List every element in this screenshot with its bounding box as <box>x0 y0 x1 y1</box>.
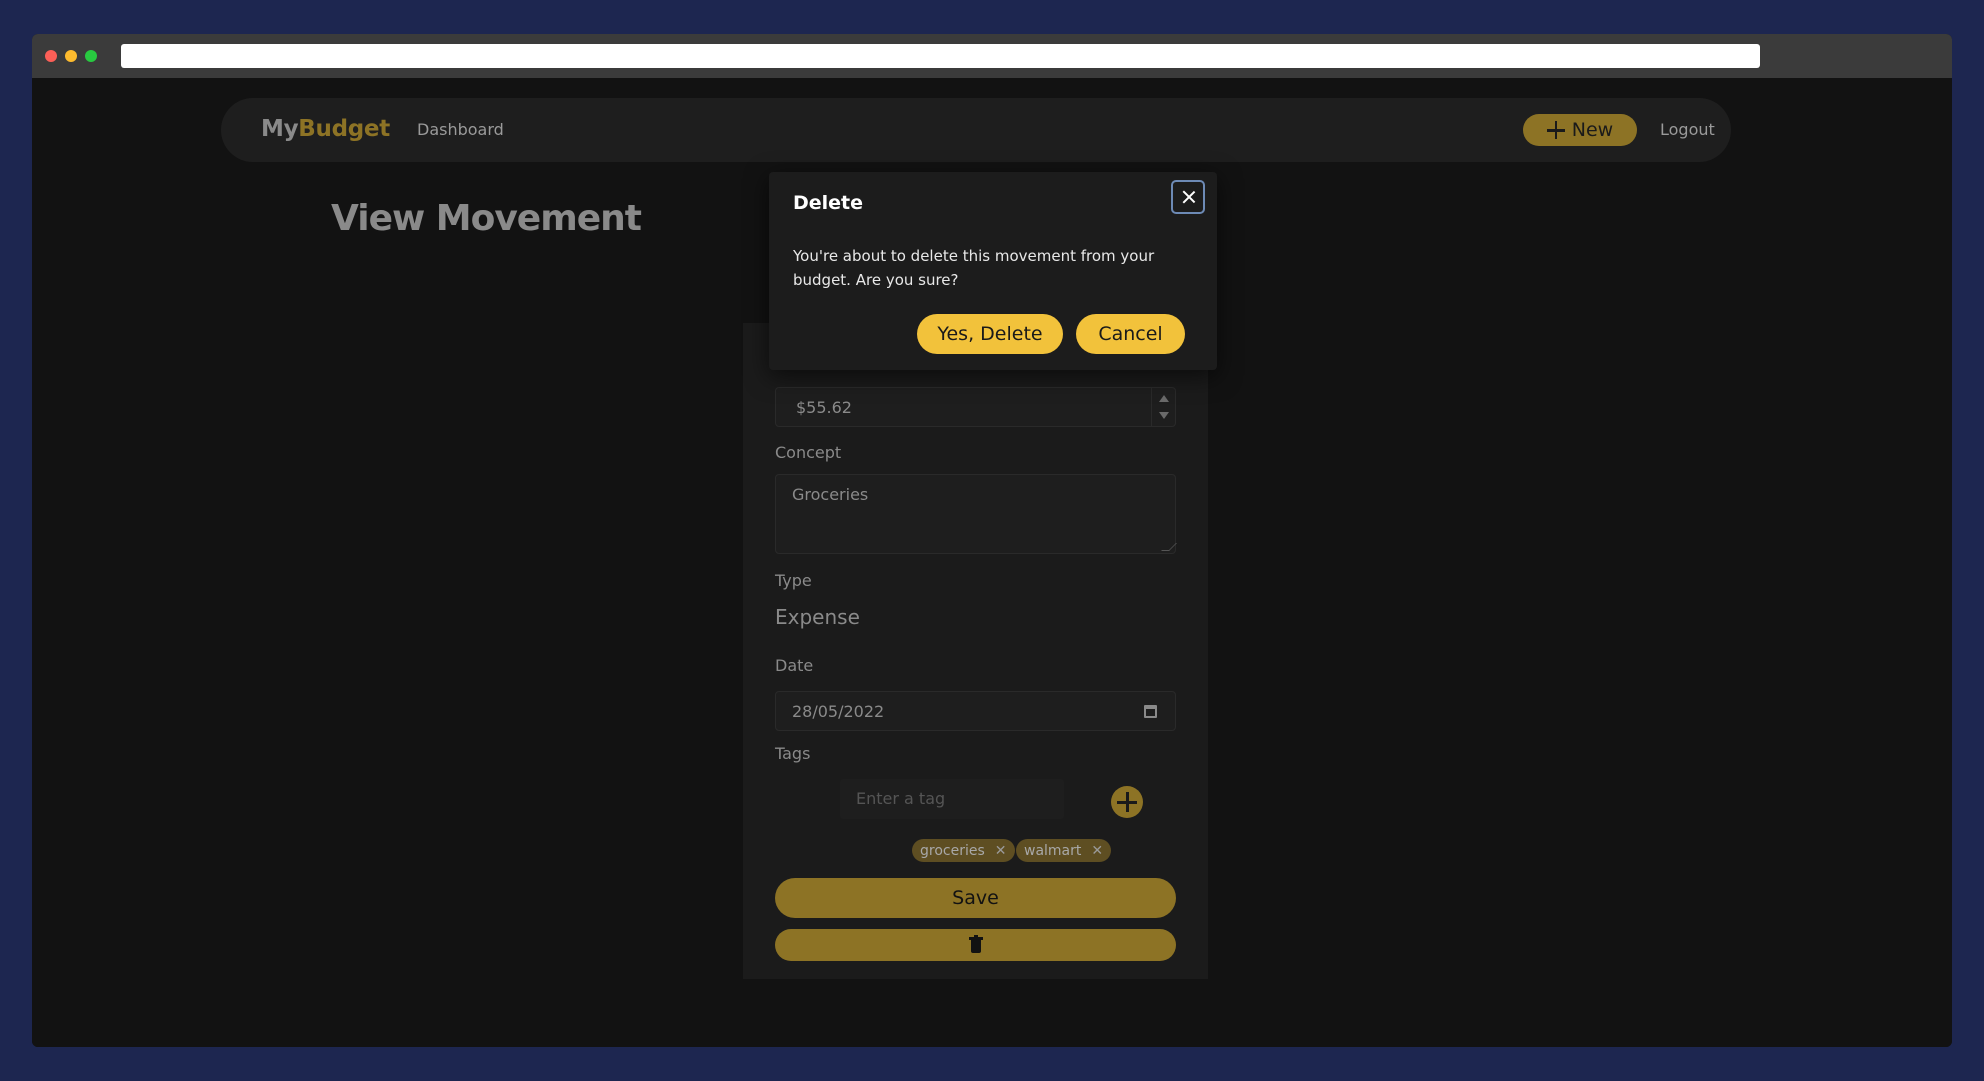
tag-chip: walmart ✕ <box>1016 839 1112 862</box>
date-value: 28/05/2022 <box>792 702 885 721</box>
amount-value: $55.62 <box>796 398 852 417</box>
type-label: Type <box>775 571 812 590</box>
brand-part-1: My <box>261 116 299 142</box>
remove-tag-icon[interactable]: ✕ <box>995 843 1007 859</box>
trash-icon <box>969 935 983 953</box>
tags-label: Tags <box>775 744 811 763</box>
tag-chip-label: groceries <box>920 842 985 859</box>
modal-body-text: You're about to delete this movement fro… <box>793 247 1155 289</box>
navbar: MyBudget Dashboard New Logout <box>221 98 1731 162</box>
date-label: Date <box>775 656 814 675</box>
delete-confirm-modal: Delete You're about to delete this movem… <box>769 172 1217 370</box>
concept-label: Concept <box>775 443 842 462</box>
amount-input[interactable]: $55.62 <box>775 387 1176 427</box>
remove-tag-icon[interactable]: ✕ <box>1091 843 1103 859</box>
browser-titlebar <box>32 34 1952 78</box>
address-bar[interactable] <box>121 44 1760 68</box>
browser-window: MyBudget Dashboard New Logout View Movem… <box>32 34 1952 1047</box>
close-window-icon[interactable] <box>45 50 57 62</box>
resize-grip-icon[interactable] <box>1161 543 1177 551</box>
new-button-label: New <box>1571 119 1614 141</box>
confirm-delete-button[interactable]: Yes, Delete <box>917 314 1063 354</box>
cancel-button[interactable]: Cancel <box>1076 314 1185 354</box>
modal-close-icon[interactable] <box>1171 180 1205 214</box>
calendar-icon[interactable] <box>1144 705 1157 718</box>
tag-chip: groceries ✕ <box>912 839 1015 862</box>
concept-value: Groceries <box>792 485 869 504</box>
amount-stepper[interactable] <box>1151 388 1175 426</box>
modal-title: Delete <box>793 192 864 214</box>
page-title: View Movement <box>331 198 642 239</box>
tag-chip-label: walmart <box>1024 842 1082 859</box>
spin-up-icon[interactable] <box>1159 395 1169 402</box>
plus-icon <box>1546 121 1565 139</box>
brand-logo[interactable]: MyBudget <box>261 116 390 142</box>
save-button[interactable]: Save <box>775 878 1176 918</box>
date-input[interactable]: 28/05/2022 <box>775 691 1176 731</box>
type-value: Expense <box>775 605 860 629</box>
minimize-window-icon[interactable] <box>65 50 77 62</box>
add-tag-button[interactable] <box>1111 786 1143 818</box>
brand-part-2: Budget <box>298 116 390 142</box>
nav-link-dashboard[interactable]: Dashboard <box>417 120 504 139</box>
spin-down-icon[interactable] <box>1159 412 1169 419</box>
movement-form: Amount $55.62 Concept Groceries Type Exp… <box>743 323 1208 979</box>
delete-button[interactable] <box>775 929 1176 961</box>
tag-input[interactable]: Enter a tag <box>840 779 1064 819</box>
concept-textarea[interactable]: Groceries <box>775 474 1177 554</box>
logout-link[interactable]: Logout <box>1660 120 1715 139</box>
new-movement-button[interactable]: New <box>1523 114 1637 146</box>
page-content: MyBudget Dashboard New Logout View Movem… <box>32 78 1952 1047</box>
maximize-window-icon[interactable] <box>85 50 97 62</box>
